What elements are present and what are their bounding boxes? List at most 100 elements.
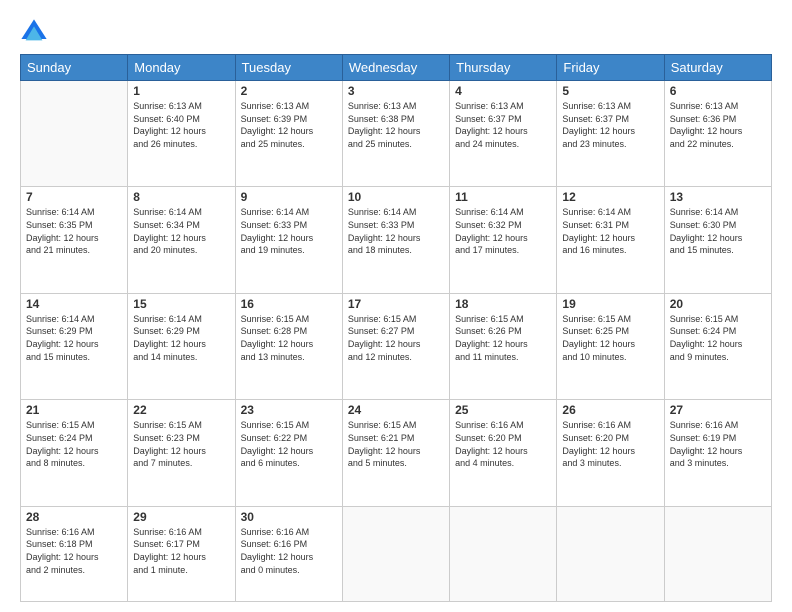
day-info: Sunrise: 6:13 AM Sunset: 6:40 PM Dayligh… [133, 100, 229, 150]
calendar-cell: 3 Sunrise: 6:13 AM Sunset: 6:38 PM Daylig… [342, 81, 449, 187]
calendar-cell: 5 Sunrise: 6:13 AM Sunset: 6:37 PM Daylig… [557, 81, 664, 187]
day-number: 5 [562, 84, 658, 98]
day-number: 10 [348, 190, 444, 204]
calendar-cell: 22 Sunrise: 6:15 AM Sunset: 6:23 PM Dayli… [128, 400, 235, 506]
day-number: 17 [348, 297, 444, 311]
calendar-cell: 12Sunrise: 6:14 AM Sunset: 6:31 PM Dayli… [557, 187, 664, 293]
day-number: 1 [133, 84, 229, 98]
calendar-cell: 11 Sunrise: 6:14 AM Sunset: 6:32 PM Dayli… [450, 187, 557, 293]
day-info: Sunrise: 6:15 AM Sunset: 6:27 PM Dayligh… [348, 313, 444, 363]
weekday-header-friday: Friday [557, 55, 664, 81]
day-number: 25 [455, 403, 551, 417]
day-info: Sunrise: 6:14 AM Sunset: 6:31 PM Dayligh… [562, 206, 658, 256]
calendar-cell: 8 Sunrise: 6:14 AM Sunset: 6:34 PM Daylig… [128, 187, 235, 293]
day-info: Sunrise: 6:15 AM Sunset: 6:24 PM Dayligh… [26, 419, 122, 469]
calendar-cell [342, 506, 449, 601]
day-number: 22 [133, 403, 229, 417]
calendar-cell [557, 506, 664, 601]
day-number: 6 [670, 84, 766, 98]
day-number: 14 [26, 297, 122, 311]
day-info: Sunrise: 6:15 AM Sunset: 6:26 PM Dayligh… [455, 313, 551, 363]
week-row-3: 21 Sunrise: 6:15 AM Sunset: 6:24 PM Dayli… [21, 400, 772, 506]
day-info: Sunrise: 6:13 AM Sunset: 6:39 PM Dayligh… [241, 100, 337, 150]
logo-icon [20, 18, 48, 46]
calendar-cell [664, 506, 771, 601]
weekday-header-monday: Monday [128, 55, 235, 81]
day-number: 26 [562, 403, 658, 417]
day-number: 29 [133, 510, 229, 524]
day-info: Sunrise: 6:15 AM Sunset: 6:28 PM Dayligh… [241, 313, 337, 363]
day-number: 11 [455, 190, 551, 204]
day-number: 24 [348, 403, 444, 417]
weekday-header-row: SundayMondayTuesdayWednesdayThursdayFrid… [21, 55, 772, 81]
day-number: 28 [26, 510, 122, 524]
day-number: 9 [241, 190, 337, 204]
day-info: Sunrise: 6:16 AM Sunset: 6:17 PM Dayligh… [133, 526, 229, 576]
day-info: Sunrise: 6:16 AM Sunset: 6:20 PM Dayligh… [562, 419, 658, 469]
weekday-header-wednesday: Wednesday [342, 55, 449, 81]
day-number: 4 [455, 84, 551, 98]
calendar-cell: 2Sunrise: 6:13 AM Sunset: 6:39 PM Daylig… [235, 81, 342, 187]
day-info: Sunrise: 6:13 AM Sunset: 6:38 PM Dayligh… [348, 100, 444, 150]
day-info: Sunrise: 6:14 AM Sunset: 6:32 PM Dayligh… [455, 206, 551, 256]
logo [20, 18, 52, 46]
day-info: Sunrise: 6:16 AM Sunset: 6:20 PM Dayligh… [455, 419, 551, 469]
calendar-cell: 25 Sunrise: 6:16 AM Sunset: 6:20 PM Dayli… [450, 400, 557, 506]
page: SundayMondayTuesdayWednesdayThursdayFrid… [0, 0, 792, 612]
day-number: 19 [562, 297, 658, 311]
calendar-cell: 28 Sunrise: 6:16 AM Sunset: 6:18 PM Dayli… [21, 506, 128, 601]
calendar-cell: 18 Sunrise: 6:15 AM Sunset: 6:26 PM Dayli… [450, 293, 557, 399]
calendar-cell: 13 Sunrise: 6:14 AM Sunset: 6:30 PM Dayli… [664, 187, 771, 293]
day-info: Sunrise: 6:16 AM Sunset: 6:18 PM Dayligh… [26, 526, 122, 576]
day-number: 7 [26, 190, 122, 204]
day-info: Sunrise: 6:15 AM Sunset: 6:23 PM Dayligh… [133, 419, 229, 469]
calendar-cell: 20Sunrise: 6:15 AM Sunset: 6:24 PM Dayli… [664, 293, 771, 399]
day-number: 18 [455, 297, 551, 311]
day-info: Sunrise: 6:14 AM Sunset: 6:30 PM Dayligh… [670, 206, 766, 256]
day-number: 21 [26, 403, 122, 417]
calendar-cell: 10Sunrise: 6:14 AM Sunset: 6:33 PM Dayli… [342, 187, 449, 293]
calendar-cell: 30 Sunrise: 6:16 AM Sunset: 6:16 PM Dayli… [235, 506, 342, 601]
day-number: 8 [133, 190, 229, 204]
day-info: Sunrise: 6:13 AM Sunset: 6:36 PM Dayligh… [670, 100, 766, 150]
weekday-header-tuesday: Tuesday [235, 55, 342, 81]
calendar-cell [450, 506, 557, 601]
day-number: 30 [241, 510, 337, 524]
calendar-cell: 27Sunrise: 6:16 AM Sunset: 6:19 PM Dayli… [664, 400, 771, 506]
day-info: Sunrise: 6:13 AM Sunset: 6:37 PM Dayligh… [562, 100, 658, 150]
calendar-cell: 17 Sunrise: 6:15 AM Sunset: 6:27 PM Dayli… [342, 293, 449, 399]
calendar-table: SundayMondayTuesdayWednesdayThursdayFrid… [20, 54, 772, 602]
day-number: 16 [241, 297, 337, 311]
week-row-2: 14 Sunrise: 6:14 AM Sunset: 6:29 PM Dayli… [21, 293, 772, 399]
week-row-1: 7 Sunrise: 6:14 AM Sunset: 6:35 PM Daylig… [21, 187, 772, 293]
day-info: Sunrise: 6:15 AM Sunset: 6:21 PM Dayligh… [348, 419, 444, 469]
weekday-header-saturday: Saturday [664, 55, 771, 81]
day-number: 23 [241, 403, 337, 417]
weekday-header-thursday: Thursday [450, 55, 557, 81]
weekday-header-sunday: Sunday [21, 55, 128, 81]
calendar-cell: 23 Sunrise: 6:15 AM Sunset: 6:22 PM Dayli… [235, 400, 342, 506]
day-info: Sunrise: 6:14 AM Sunset: 6:33 PM Dayligh… [241, 206, 337, 256]
calendar-cell: 19Sunrise: 6:15 AM Sunset: 6:25 PM Dayli… [557, 293, 664, 399]
calendar-cell: 29 Sunrise: 6:16 AM Sunset: 6:17 PM Dayli… [128, 506, 235, 601]
calendar-cell: 21 Sunrise: 6:15 AM Sunset: 6:24 PM Dayli… [21, 400, 128, 506]
calendar-cell: 4Sunrise: 6:13 AM Sunset: 6:37 PM Daylig… [450, 81, 557, 187]
day-info: Sunrise: 6:14 AM Sunset: 6:35 PM Dayligh… [26, 206, 122, 256]
calendar-cell: 1 Sunrise: 6:13 AM Sunset: 6:40 PM Daylig… [128, 81, 235, 187]
calendar-cell: 7 Sunrise: 6:14 AM Sunset: 6:35 PM Daylig… [21, 187, 128, 293]
calendar-cell: 26 Sunrise: 6:16 AM Sunset: 6:20 PM Dayli… [557, 400, 664, 506]
day-info: Sunrise: 6:16 AM Sunset: 6:19 PM Dayligh… [670, 419, 766, 469]
day-number: 15 [133, 297, 229, 311]
day-info: Sunrise: 6:14 AM Sunset: 6:29 PM Dayligh… [26, 313, 122, 363]
day-number: 20 [670, 297, 766, 311]
calendar-cell: 9 Sunrise: 6:14 AM Sunset: 6:33 PM Daylig… [235, 187, 342, 293]
day-info: Sunrise: 6:16 AM Sunset: 6:16 PM Dayligh… [241, 526, 337, 576]
day-number: 3 [348, 84, 444, 98]
day-info: Sunrise: 6:14 AM Sunset: 6:29 PM Dayligh… [133, 313, 229, 363]
day-info: Sunrise: 6:15 AM Sunset: 6:22 PM Dayligh… [241, 419, 337, 469]
calendar-cell: 14 Sunrise: 6:14 AM Sunset: 6:29 PM Dayli… [21, 293, 128, 399]
day-number: 13 [670, 190, 766, 204]
calendar-cell: 24 Sunrise: 6:15 AM Sunset: 6:21 PM Dayli… [342, 400, 449, 506]
calendar-cell: 16 Sunrise: 6:15 AM Sunset: 6:28 PM Dayli… [235, 293, 342, 399]
day-info: Sunrise: 6:14 AM Sunset: 6:34 PM Dayligh… [133, 206, 229, 256]
